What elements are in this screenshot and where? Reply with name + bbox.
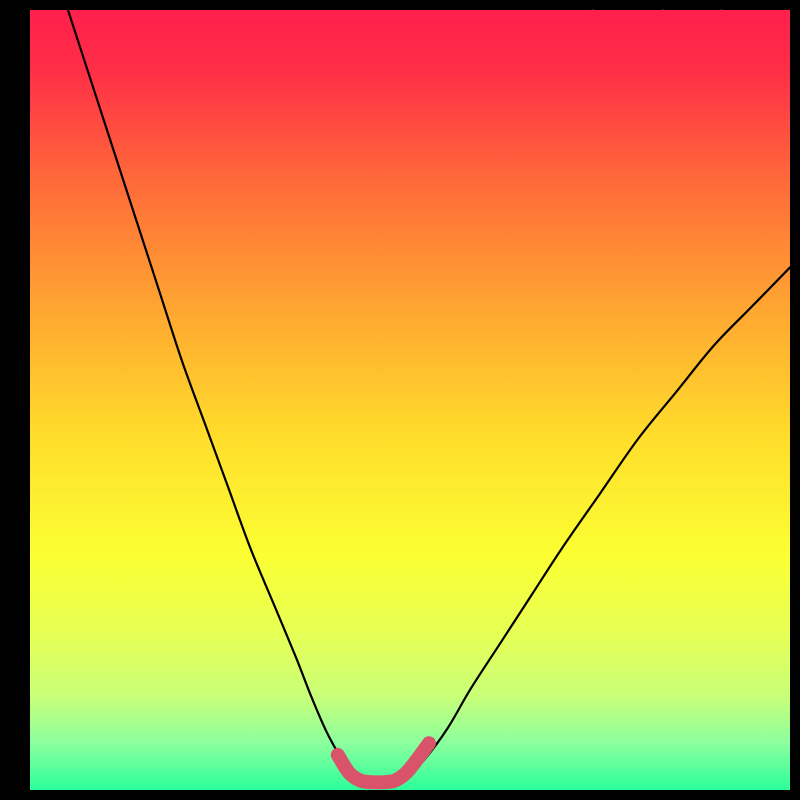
plot-area [30, 10, 790, 790]
chart-container: TheBottleneck.com [0, 0, 800, 800]
gradient-background [30, 10, 790, 790]
chart-svg [30, 10, 790, 790]
